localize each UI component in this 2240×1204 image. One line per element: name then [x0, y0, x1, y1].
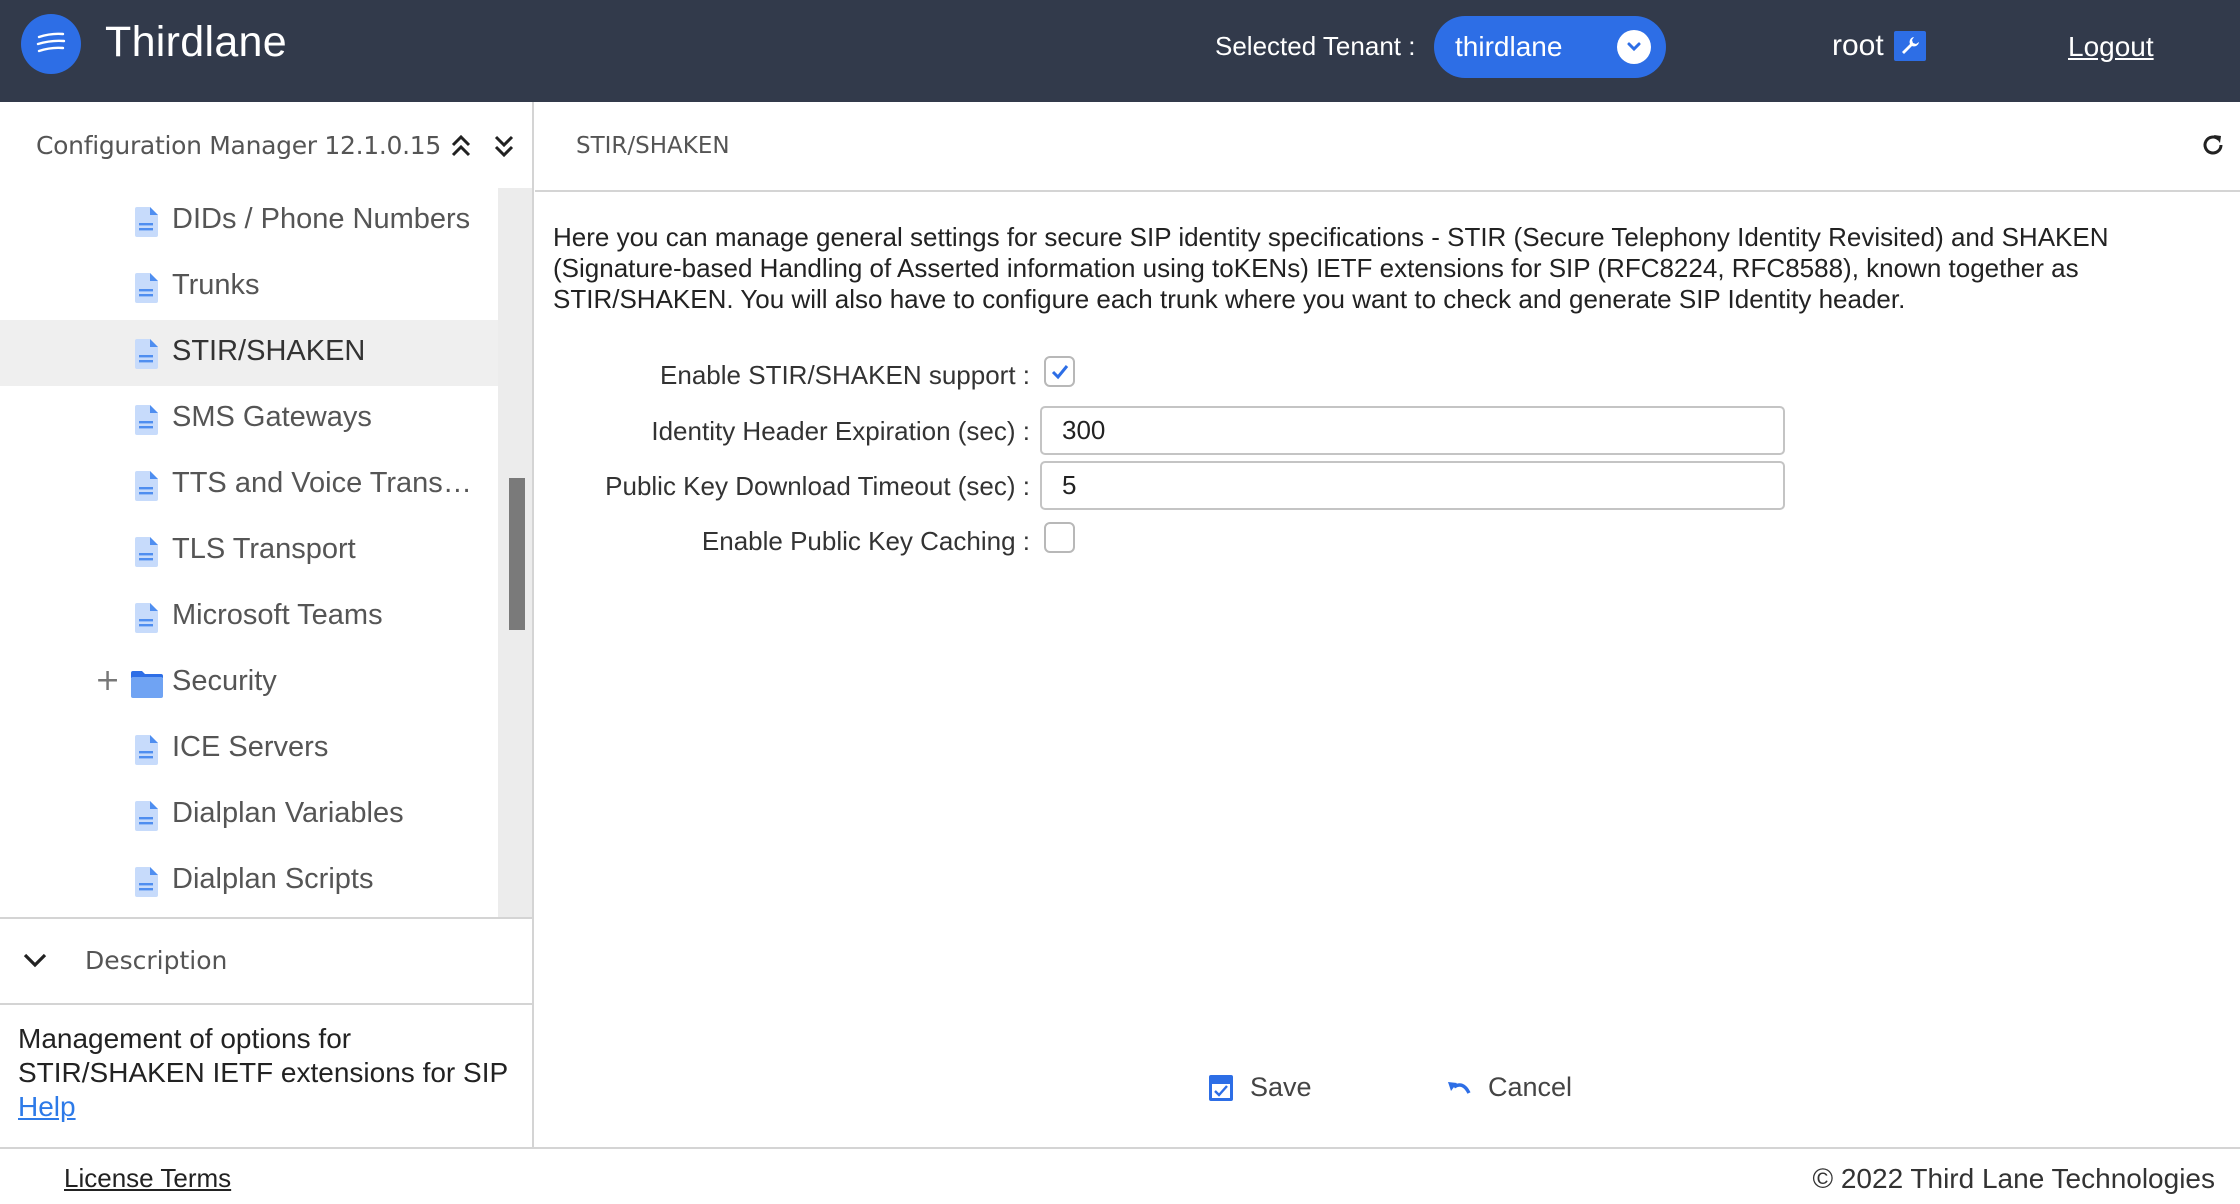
tree-item-label: SMS Gateways	[172, 401, 372, 433]
tree-item[interactable]: STIR/SHAKEN	[0, 320, 498, 386]
tree-item-label: Dialplan Variables	[172, 797, 404, 829]
tenant-select[interactable]: thirdlane	[1434, 16, 1666, 78]
form-row-enable-support: Enable STIR/SHAKEN support :	[553, 352, 1030, 398]
description-title: Description	[85, 946, 228, 975]
tree-item[interactable]: TLS Transport	[0, 518, 498, 584]
form-row-caching: Enable Public Key Caching :	[553, 518, 1030, 564]
tree-item[interactable]: Trunks	[0, 254, 498, 320]
save-label: Save	[1250, 1072, 1312, 1102]
username: root	[1832, 29, 1884, 62]
brand-name: Thirdlane	[105, 18, 287, 66]
cancel-label: Cancel	[1488, 1072, 1573, 1102]
chevron-down-icon	[1617, 30, 1651, 64]
logout-link[interactable]: Logout	[2068, 31, 2154, 63]
tree-item[interactable]: Dialplan Variables	[0, 782, 498, 848]
sidebar-header: Configuration Manager 12.1.0.15	[0, 102, 532, 188]
tenant-label: Selected Tenant :	[1215, 31, 1416, 61]
collapse-all-icon[interactable]	[448, 132, 474, 160]
expiration-label: Identity Header Expiration (sec) :	[651, 416, 1030, 446]
form-row-expiration: Identity Header Expiration (sec) :	[553, 408, 1030, 454]
caching-label: Enable Public Key Caching :	[701, 526, 1030, 556]
document-icon	[133, 537, 159, 572]
tree-item[interactable]: DIDs / Phone Numbers	[0, 188, 498, 254]
expand-plus-icon[interactable]: +	[95, 663, 120, 698]
sidebar-title: Configuration Manager 12.1.0.15	[36, 131, 441, 160]
sidebar: Configuration Manager 12.1.0.15 DIDs / P…	[0, 102, 534, 1147]
enable-support-label: Enable STIR/SHAKEN support :	[660, 360, 1030, 390]
tree-item-label: DIDs / Phone Numbers	[172, 203, 471, 235]
tree-item[interactable]: Dialplan Scripts	[0, 848, 498, 914]
document-icon	[133, 405, 159, 440]
caching-checkbox[interactable]	[1044, 522, 1075, 553]
document-icon	[133, 207, 159, 242]
footer: License Terms © 2022 Third Lane Technolo…	[0, 1147, 2240, 1204]
document-icon	[133, 867, 159, 902]
tree-item-label: STIR/SHAKEN	[172, 335, 366, 367]
description-body: Management of options for STIR/SHAKEN IE…	[18, 1022, 528, 1124]
page-title: STIR/SHAKEN	[576, 133, 730, 159]
wrench-icon[interactable]	[1894, 31, 1926, 61]
folder-icon	[131, 670, 163, 703]
tree-item-label: TTS and Voice Transcri...	[172, 467, 482, 499]
document-icon	[133, 273, 159, 308]
description-toggle[interactable]: Description	[0, 917, 532, 1005]
document-icon	[133, 735, 159, 770]
help-link[interactable]: Help	[18, 1090, 528, 1124]
copyright: © 2022 Third Lane Technologies	[1812, 1163, 2215, 1194]
tree-item-label: ICE Servers	[172, 731, 329, 763]
chevron-down-icon	[22, 951, 48, 974]
cancel-button[interactable]: Cancel	[1446, 1070, 1576, 1106]
expand-all-icon[interactable]	[491, 132, 517, 160]
tree-item[interactable]: TTS and Voice Transcri...	[0, 452, 498, 518]
top-header: Thirdlane Selected Tenant : thirdlane ro…	[0, 0, 2240, 102]
tree-item[interactable]: SMS Gateways	[0, 386, 498, 452]
config-tree: DIDs / Phone Numbers Trunks STIR/SHAKEN SMS…	[0, 188, 532, 917]
main-header: STIR/SHAKEN	[535, 102, 2240, 192]
tree-item[interactable]: + Security	[0, 650, 498, 716]
timeout-label: Public Key Download Timeout (sec) :	[605, 471, 1030, 501]
timeout-input[interactable]	[1040, 461, 1785, 510]
save-button[interactable]: Save	[1208, 1070, 1318, 1106]
tree-item[interactable]: Microsoft Teams	[0, 584, 498, 650]
tree-item-label: Trunks	[172, 269, 260, 301]
expiration-input[interactable]	[1040, 406, 1785, 455]
tree-item-label: Microsoft Teams	[172, 599, 383, 631]
refresh-icon[interactable]	[2200, 132, 2226, 163]
enable-support-checkbox[interactable]	[1044, 356, 1075, 387]
logo-icon	[21, 14, 81, 74]
form-row-timeout: Public Key Download Timeout (sec) :	[553, 463, 1030, 509]
document-icon	[133, 603, 159, 638]
tenant-value: thirdlane	[1455, 31, 1563, 62]
document-icon	[133, 339, 159, 374]
document-icon	[133, 471, 159, 506]
intro-text: Here you can manage general settings for…	[553, 222, 2109, 314]
description-text: Management of options for STIR/SHAKEN IE…	[18, 1023, 509, 1088]
tree-item[interactable]: ICE Servers	[0, 716, 498, 782]
tree-item-label: TLS Transport	[172, 533, 356, 565]
tree-scrollbar-thumb[interactable]	[509, 478, 525, 630]
document-icon	[133, 801, 159, 836]
tree-item-label: Security	[172, 665, 277, 697]
tree-item-label: Dialplan Scripts	[172, 863, 374, 895]
license-terms-link[interactable]: License Terms	[64, 1163, 231, 1194]
